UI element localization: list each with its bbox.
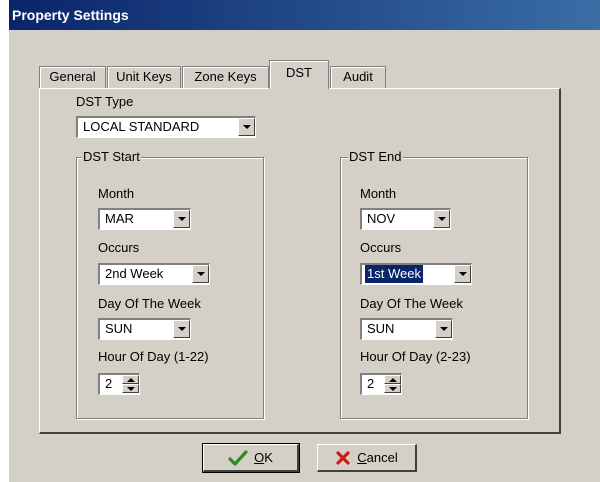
cancel-button[interactable]: Cancel — [317, 444, 417, 472]
dropdown-button[interactable] — [238, 118, 255, 136]
end-occurs-select[interactable]: 1st Week — [360, 263, 472, 285]
chevron-down-icon — [439, 327, 448, 331]
dst-start-title: DST Start — [82, 149, 141, 164]
tab-dst[interactable]: DST — [269, 60, 329, 89]
dropdown-button[interactable] — [435, 320, 452, 338]
dialog-title: Property Settings — [9, 0, 600, 30]
checkmark-icon — [228, 449, 248, 466]
start-occurs-select[interactable]: 2nd Week — [98, 263, 210, 285]
end-hour-label: Hour Of Day (2-23) — [360, 349, 471, 364]
end-month-label: Month — [360, 186, 397, 201]
dropdown-button[interactable] — [454, 265, 471, 283]
end-day-label: Day Of The Week — [360, 296, 463, 311]
end-hour-spinner[interactable]: 2 — [360, 373, 402, 395]
x-icon — [335, 450, 351, 466]
arrow-down-icon — [388, 386, 397, 391]
start-occurs-label: Occurs — [98, 240, 140, 255]
tab-zone-keys[interactable]: Zone Keys — [182, 66, 269, 88]
start-hour-label: Hour Of Day (1-22) — [98, 349, 209, 364]
arrow-down-icon — [126, 386, 135, 391]
arrow-up-icon — [388, 377, 397, 382]
dst-type-select[interactable]: LOCAL STANDARD — [76, 116, 256, 138]
arrow-up-icon — [126, 377, 135, 382]
dst-tab-panel: DST Type LOCAL STANDARD DST Start Month … — [39, 88, 561, 434]
chevron-down-icon — [177, 217, 186, 221]
tab-general[interactable]: General — [39, 66, 106, 88]
dropdown-button[interactable] — [433, 210, 450, 228]
cancel-label: Cancel — [357, 450, 398, 465]
end-month-select[interactable]: NOV — [360, 208, 451, 230]
dst-end-title: DST End — [348, 149, 403, 164]
dropdown-button[interactable] — [173, 320, 190, 338]
start-day-select[interactable]: SUN — [98, 318, 191, 340]
spin-up-button[interactable] — [122, 375, 139, 384]
property-settings-dialog: Property Settings General Unit Keys Zone… — [9, 0, 600, 482]
spin-down-button[interactable] — [122, 384, 139, 393]
chevron-down-icon — [196, 272, 205, 276]
tab-audit[interactable]: Audit — [330, 66, 386, 88]
chevron-down-icon — [458, 272, 467, 276]
start-hour-spinner[interactable]: 2 — [98, 373, 140, 395]
end-occurs-label: Occurs — [360, 240, 402, 255]
chevron-down-icon — [177, 327, 186, 331]
start-month-label: Month — [98, 186, 135, 201]
ok-button[interactable]: OK — [202, 443, 300, 473]
tab-unit-keys[interactable]: Unit Keys — [107, 66, 181, 88]
chevron-down-icon — [242, 125, 251, 129]
spin-up-button[interactable] — [384, 375, 401, 384]
ok-label: OK — [254, 450, 273, 465]
start-day-label: Day Of The Week — [98, 296, 201, 311]
end-day-select[interactable]: SUN — [360, 318, 453, 340]
chevron-down-icon — [437, 217, 446, 221]
dropdown-button[interactable] — [173, 210, 190, 228]
dst-type-label: DST Type — [76, 94, 134, 109]
dropdown-button[interactable] — [192, 265, 209, 283]
start-month-select[interactable]: MAR — [98, 208, 191, 230]
spin-down-button[interactable] — [384, 384, 401, 393]
